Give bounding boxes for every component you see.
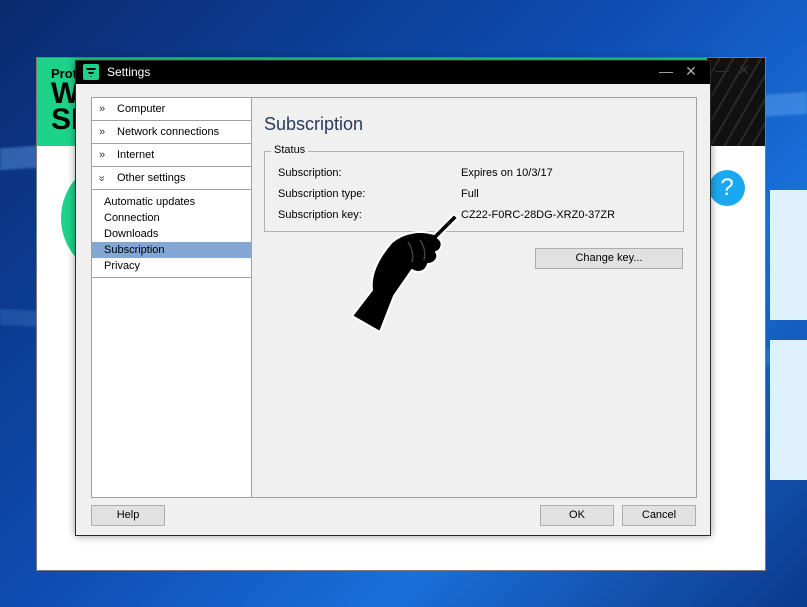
help-button[interactable]: Help [91, 505, 165, 526]
double-chevron-right-icon: » [99, 149, 106, 161]
background-help-icon[interactable]: ? [709, 170, 745, 206]
status-group: Status Subscription: Expires on 10/3/17 … [264, 144, 684, 232]
category-network-connections[interactable]: » Network connections [92, 121, 251, 144]
subitem-automatic-updates[interactable]: Automatic updates [92, 194, 251, 210]
cancel-button[interactable]: Cancel [622, 505, 696, 526]
subscription-type-label: Subscription type: [278, 188, 366, 200]
app-shield-icon [83, 64, 99, 80]
double-chevron-right-icon: » [99, 103, 106, 115]
subitem-connection[interactable]: Connection [92, 210, 251, 226]
minimize-icon[interactable]: — [656, 63, 676, 79]
change-key-button[interactable]: Change key... [535, 248, 683, 269]
subitem-privacy[interactable]: Privacy [92, 258, 251, 274]
background-close-icon[interactable]: ✕ [738, 62, 750, 79]
subscription-key-value: CZ22-F0RC-28DG-XRZ0-37ZR [461, 209, 616, 221]
category-computer[interactable]: » Computer [92, 98, 251, 121]
category-other-settings[interactable]: » Other settings [92, 167, 251, 190]
category-internet[interactable]: » Internet [92, 144, 251, 167]
other-settings-items: Automatic updates Connection Downloads S… [92, 190, 251, 278]
subscription-type-value: Full [461, 188, 479, 200]
subitem-subscription[interactable]: Subscription [92, 242, 251, 258]
windows-logo [770, 190, 807, 490]
double-chevron-down-icon: » [95, 175, 108, 182]
status-group-title: Status [271, 144, 309, 156]
ok-button[interactable]: OK [540, 505, 614, 526]
dialog-title: Settings [107, 65, 151, 79]
background-minimize-icon[interactable]: — [715, 62, 729, 78]
subitem-downloads[interactable]: Downloads [92, 226, 251, 242]
settings-content-panel: Subscription Status Subscription: Expire… [251, 97, 697, 498]
pointing-hand-icon [350, 212, 460, 337]
dialog-titlebar[interactable]: Settings — ✕ [76, 61, 710, 84]
settings-category-tree: » Computer » Network connections » Inter… [91, 97, 252, 498]
double-chevron-right-icon: » [99, 126, 106, 138]
subscription-value: Expires on 10/3/17 [461, 167, 553, 179]
subscription-label: Subscription: [278, 167, 342, 179]
close-icon[interactable]: ✕ [681, 63, 701, 80]
page-title: Subscription [264, 114, 364, 134]
